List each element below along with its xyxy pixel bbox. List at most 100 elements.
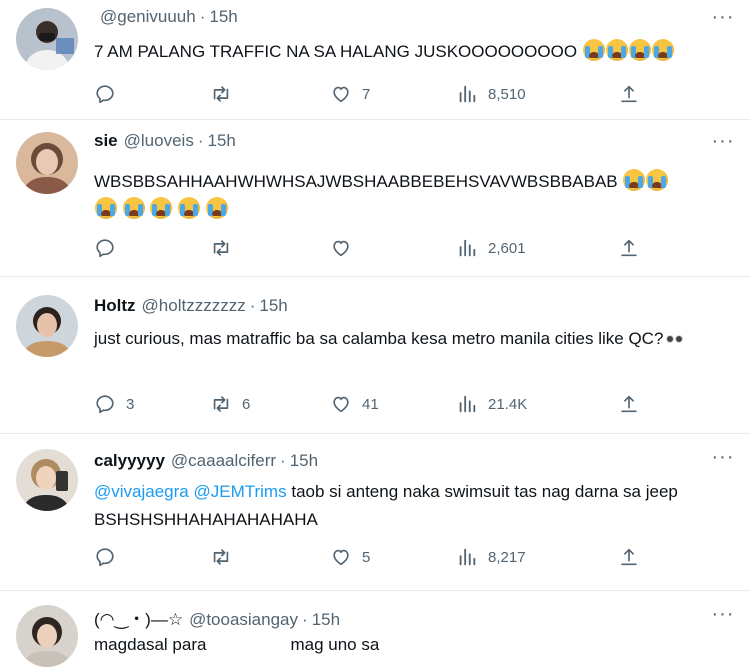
share-icon [618, 237, 640, 259]
loudly-crying-face-emoji [623, 169, 646, 191]
tweet-text: just curious, mas matraffic ba sa calamb… [94, 325, 734, 353]
like-count: 41 [362, 395, 379, 413]
loudly-crying-face-emoji [651, 39, 674, 61]
emoji-group [622, 169, 669, 191]
share-icon [618, 393, 640, 415]
avatar[interactable] [16, 605, 78, 667]
share-button[interactable] [618, 80, 640, 108]
avatar[interactable] [16, 8, 78, 70]
share-button[interactable] [618, 543, 640, 571]
reply-count: 3 [126, 395, 135, 413]
eyes-emoji [666, 335, 684, 343]
views-icon [456, 237, 478, 259]
like-count: 5 [362, 548, 371, 566]
reply-button[interactable] [94, 543, 126, 571]
action-bar: 7 8,510 [94, 80, 654, 108]
avatar[interactable] [16, 449, 78, 511]
reply-button[interactable] [94, 80, 126, 108]
separator: · [280, 451, 286, 470]
more-icon[interactable]: ··· [710, 604, 736, 627]
retweet-count: 6 [242, 395, 251, 413]
more-icon[interactable]: ··· [710, 131, 736, 154]
share-button[interactable] [618, 390, 640, 418]
separator: · [197, 131, 204, 150]
reply-icon [94, 83, 116, 105]
separator: · [249, 296, 256, 315]
like-button[interactable]: 7 [330, 80, 370, 108]
views-icon [456, 546, 478, 568]
handle[interactable]: @tooasiangay [189, 610, 298, 629]
more-icon[interactable]: ··· [710, 7, 736, 30]
display-name[interactable]: calyyyyy [94, 451, 165, 470]
tweet[interactable]: Holtz @holtzzzzzzz · 15h just curious, mas … [0, 283, 750, 434]
tweet-text: magdasal para mag uno sa [94, 631, 379, 659]
like-button[interactable]: 41 [330, 390, 379, 418]
tweet-header: calyyyyy @caaaalciferr · 15h [94, 451, 318, 471]
loudly-crying-face-emoji [582, 39, 605, 61]
tweet-header: Holtz @holtzzzzzzz · 15h [94, 296, 288, 316]
loudly-crying-face-emoji [178, 197, 201, 219]
action-bar: 5 8,217 [94, 543, 654, 571]
timestamp[interactable]: 15h [259, 296, 287, 315]
handle[interactable]: @genivuuuh [100, 7, 196, 26]
loudly-crying-face-emoji [646, 169, 669, 191]
display-name[interactable]: sie [94, 131, 118, 150]
retweet-icon [210, 83, 232, 105]
action-bar: 2,601 [94, 234, 654, 262]
retweet-button[interactable] [210, 234, 242, 262]
display-name[interactable]: (◠‿・)—☆ [94, 610, 183, 629]
handle[interactable]: @caaaalciferr [171, 451, 276, 470]
loudly-crying-face-emoji [205, 197, 228, 219]
timestamp[interactable]: 15h [312, 610, 340, 629]
timestamp[interactable]: 15h [208, 131, 236, 150]
like-button[interactable] [330, 234, 362, 262]
tweet[interactable]: sie @luoveis · 15h ··· WBSBBSAHHAAHWHWHSAJW… [0, 124, 750, 277]
more-icon[interactable]: ··· [710, 447, 736, 470]
retweet-button[interactable]: 6 [210, 390, 250, 418]
display-name[interactable]: Holtz [94, 296, 136, 315]
tweet-text: @vivajaegra @JEMTrims taob si anteng nak… [94, 478, 734, 534]
views-button[interactable]: 8,217 [456, 543, 526, 571]
action-bar: 3 6 41 21.4K [94, 390, 654, 418]
handle[interactable]: @luoveis [124, 131, 194, 150]
retweet-button[interactable] [210, 543, 242, 571]
reply-icon [94, 546, 116, 568]
reply-icon [94, 237, 116, 259]
reply-button[interactable] [94, 234, 126, 262]
avatar[interactable] [16, 295, 78, 357]
like-icon [330, 546, 352, 568]
mention-link[interactable]: @vivajaegra [94, 482, 189, 501]
views-button[interactable]: 21.4K [456, 390, 527, 418]
tweet[interactable]: (◠‿・)—☆ @tooasiangay · 15h ··· magdasal par… [0, 597, 750, 667]
mention-link[interactable]: @JEMTrims [193, 482, 286, 501]
like-count: 7 [362, 85, 371, 103]
views-button[interactable]: 2,601 [456, 234, 526, 262]
tweet-text-body: mag uno sa [290, 635, 380, 654]
share-icon [618, 546, 640, 568]
retweet-icon [210, 546, 232, 568]
retweet-button[interactable] [210, 80, 242, 108]
share-button[interactable] [618, 234, 640, 262]
loudly-crying-face-emoji [628, 39, 651, 61]
view-count: 8,510 [488, 85, 526, 103]
tweet-header: sie @luoveis · 15h [94, 131, 236, 151]
avatar[interactable] [16, 132, 78, 194]
loudly-crying-face-emoji [605, 39, 628, 61]
tweet-text-body: just curious, mas matraffic ba sa calamb… [94, 329, 664, 348]
loudly-crying-face-emoji [150, 197, 173, 219]
views-icon [456, 83, 478, 105]
like-icon [330, 237, 352, 259]
timestamp[interactable]: 15h [290, 451, 318, 470]
tweet[interactable]: @genivuuuh · 15h ··· 7 AM PALANG TRAFFIC N… [0, 0, 750, 120]
like-button[interactable]: 5 [330, 543, 370, 571]
reply-button[interactable]: 3 [94, 390, 134, 418]
tweet[interactable]: calyyyyy @caaaalciferr · 15h ··· @vivajaegr… [0, 440, 750, 591]
views-button[interactable]: 8,510 [456, 80, 526, 108]
loudly-crying-face-emoji [122, 197, 145, 219]
reply-icon [94, 393, 116, 415]
handle[interactable]: @holtzzzzzzz [142, 296, 246, 315]
retweet-icon [210, 393, 232, 415]
like-icon [330, 83, 352, 105]
retweet-icon [210, 237, 232, 259]
timestamp[interactable]: 15h [209, 7, 237, 26]
